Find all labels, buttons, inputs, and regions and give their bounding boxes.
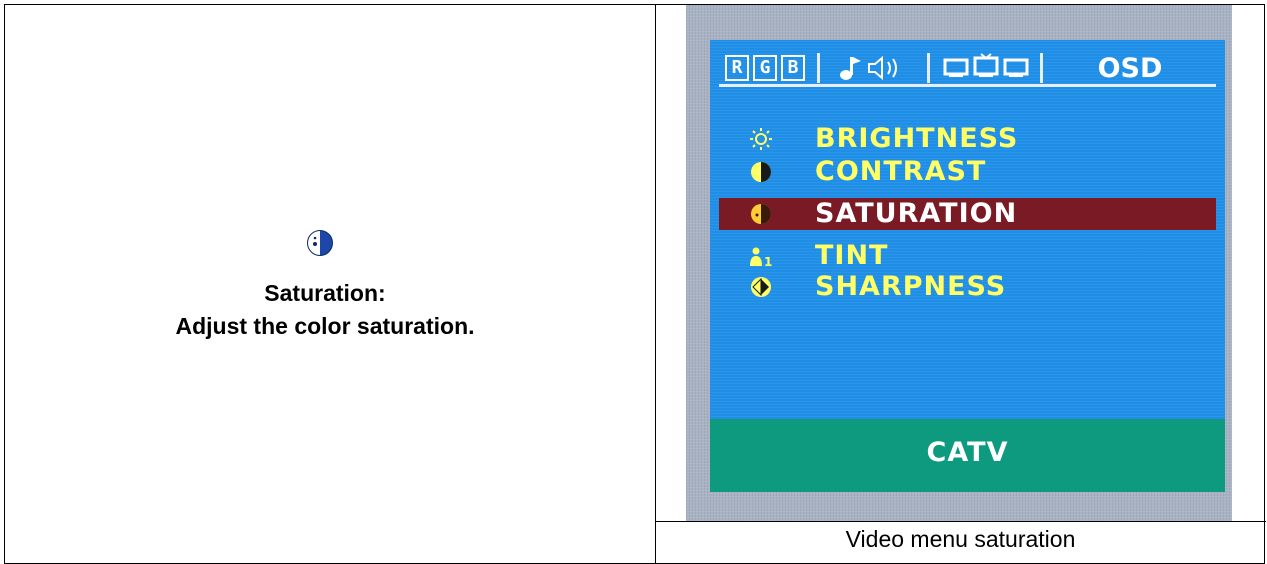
description-text: Adjust the color saturation. (175, 313, 475, 339)
menu-item-tint[interactable]: 1 TINT (719, 240, 1216, 272)
tab-separator (817, 53, 820, 83)
menu-item-saturation[interactable]: SATURATION (719, 198, 1216, 230)
page-title: Saturation: (264, 280, 386, 306)
menu-label-sharpness: SHARPNESS (815, 271, 1007, 302)
tab-video[interactable] (940, 52, 1032, 86)
menu-label-contrast: CONTRAST (815, 156, 987, 187)
tint-icon: 1 (750, 247, 772, 268)
saturation-icon (307, 230, 333, 256)
figure-caption: Video menu saturation (845, 526, 1076, 552)
menu-item-brightness[interactable]: BRIGHTNESS (719, 123, 1216, 155)
menu-label-tint: TINT (815, 240, 889, 271)
brightness-icon (750, 128, 772, 150)
video-icon (943, 53, 1029, 77)
source-label: CATV (926, 437, 1009, 468)
rgb-icon-r: R (725, 55, 749, 81)
audio-icon (840, 55, 897, 81)
contrast-icon (751, 162, 771, 182)
tab-audio[interactable] (832, 52, 922, 86)
menu-label-brightness: BRIGHTNESS (815, 123, 1019, 154)
menu-item-sharpness[interactable]: SHARPNESS (719, 271, 1216, 303)
svg-text:1: 1 (764, 255, 772, 268)
rgb-icon-b: B (781, 55, 805, 81)
menu-label-saturation: SATURATION (815, 198, 1018, 229)
sharpness-icon (751, 277, 771, 297)
caption-divider (655, 521, 1266, 522)
tab-separator (927, 53, 930, 83)
tab-separator (1040, 53, 1043, 83)
rgb-icon-g: G (753, 55, 777, 81)
osd-footer: CATV (710, 419, 1225, 492)
saturation-icon (751, 204, 771, 224)
tab-rgb[interactable]: R G B (725, 55, 811, 83)
menu-item-contrast[interactable]: CONTRAST (719, 156, 1216, 188)
column-divider (655, 4, 656, 564)
tab-osd[interactable]: OSD (1055, 52, 1205, 86)
